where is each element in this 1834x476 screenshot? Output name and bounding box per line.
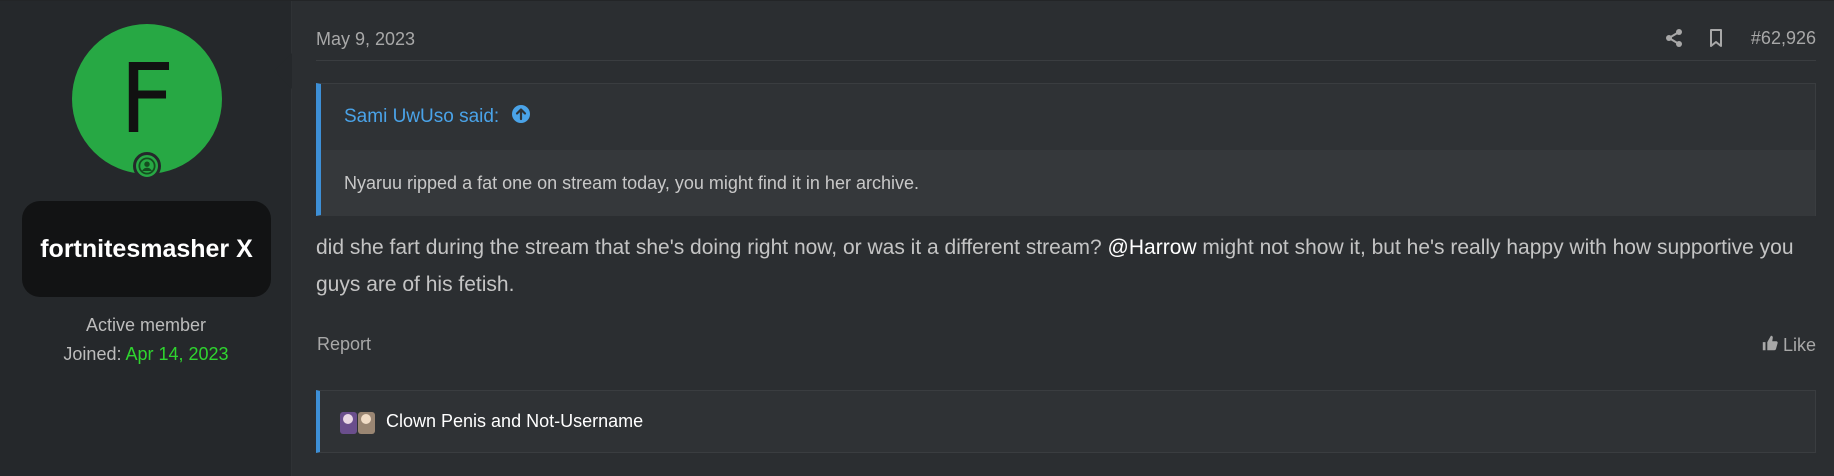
like-button[interactable]: Like <box>1761 334 1816 357</box>
joined-info: Joined: Apr 14, 2023 <box>0 344 292 365</box>
bookmark-icon[interactable] <box>1705 27 1727 49</box>
joined-date: Apr 14, 2023 <box>125 344 229 364</box>
username-text[interactable]: fortnitesmasher X <box>40 231 253 268</box>
post-number[interactable]: #62,926 <box>1751 28 1816 49</box>
signature: Clown Penis and Not-Username <box>316 390 1816 453</box>
quote-author[interactable]: Sami UwUso said: <box>344 106 499 128</box>
message-text-1: did she fart during the stream that she'… <box>316 236 1108 259</box>
user-mention[interactable]: @Harrow <box>1108 236 1197 259</box>
share-icon[interactable] <box>1663 27 1685 49</box>
quote-jump-icon[interactable] <box>511 104 531 130</box>
post-header: May 9, 2023 #62,926 <box>316 27 1816 61</box>
forum-post: F fortnitesmasher X Active member Joined… <box>0 0 1834 476</box>
signature-image <box>338 408 378 436</box>
post-date[interactable]: May 9, 2023 <box>316 29 415 50</box>
quote-block: Sami UwUso said: Nyaruu ripped a fat one… <box>316 83 1816 216</box>
report-link[interactable]: Report <box>317 334 371 355</box>
quote-header: Sami UwUso said: <box>321 84 1815 150</box>
signature-text: Clown Penis and Not-Username <box>386 411 644 431</box>
post-footer: Report Like <box>316 334 1816 358</box>
post-actions: #62,926 <box>1663 27 1816 49</box>
thumbs-up-icon <box>1761 334 1779 357</box>
post-message: did she fart during the stream that she'… <box>316 229 1816 303</box>
avatar-letter: F <box>119 43 175 155</box>
joined-label: Joined: <box>63 344 122 364</box>
like-label: Like <box>1782 335 1816 355</box>
username[interactable]: fortnitesmasher X <box>22 201 271 297</box>
online-status-icon <box>133 152 161 180</box>
post-main: May 9, 2023 #62,926 Sami UwUso said: Nya… <box>316 1 1816 476</box>
quote-text: Nyaruu ripped a fat one on stream today,… <box>321 150 1815 216</box>
user-info-panel: F fortnitesmasher X Active member Joined… <box>0 1 292 476</box>
user-panel-arrow <box>274 53 292 89</box>
user-title: Active member <box>85 315 207 335</box>
